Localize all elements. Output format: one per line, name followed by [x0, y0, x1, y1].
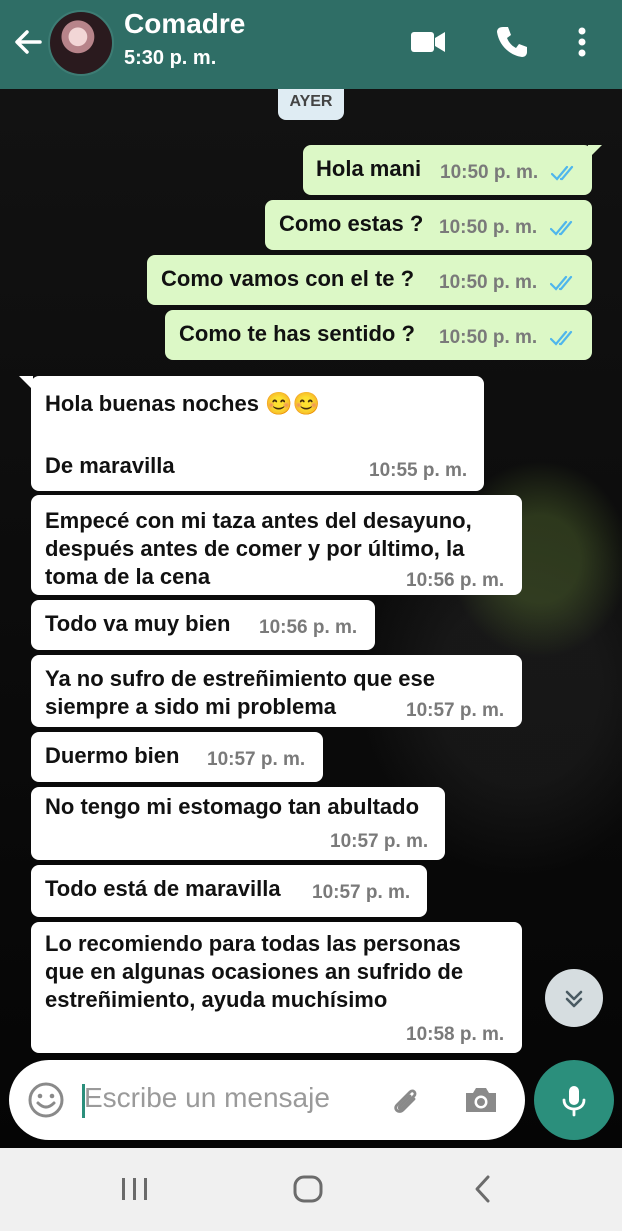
message-text: Todo está de maravilla — [45, 876, 281, 901]
message-outgoing[interactable]: Hola mani 10:50 p. m. — [303, 145, 602, 195]
more-options-icon[interactable] — [564, 22, 600, 62]
contact-avatar[interactable] — [48, 10, 114, 76]
message-time: 10:57 p. m. — [207, 749, 306, 770]
last-seen: 5:30 p. m. — [124, 47, 217, 69]
message-time: 10:50 p. m. — [440, 162, 539, 183]
message-incoming[interactable]: Ya no sufro de estreñimiento que ese sie… — [31, 655, 522, 727]
message-text: Como vamos con el te ? — [161, 266, 415, 291]
message-time: 10:50 p. m. — [439, 327, 538, 348]
message-time: 10:57 p. m. — [406, 700, 505, 721]
message-outgoing[interactable]: Como vamos con el te ? 10:50 p. m. — [147, 255, 592, 305]
message-text: Lo recomiendo para todas las personas — [45, 931, 461, 956]
system-nav-bar — [0, 1148, 622, 1231]
message-incoming[interactable]: Duermo bien 10:57 p. m. — [31, 732, 323, 782]
message-text: siempre a sido mi problema — [45, 694, 336, 719]
date-chip: AYER — [278, 89, 344, 120]
emoji-icon[interactable] — [26, 1080, 66, 1120]
message-incoming[interactable]: Empecé con mi taza antes del desayuno, d… — [31, 495, 522, 595]
phone-icon[interactable] — [492, 22, 532, 62]
message-time: 10:56 p. m. — [406, 570, 505, 591]
message-incoming[interactable]: Lo recomiendo para todas las personas qu… — [31, 922, 522, 1053]
message-text: Todo va muy bien — [45, 611, 231, 636]
double-check-icon — [550, 275, 573, 291]
bubble-tail — [588, 145, 602, 159]
message-time: 10:57 p. m. — [312, 882, 411, 903]
message-text: Empecé con mi taza antes del desayuno, — [45, 508, 472, 533]
back-arrow-icon[interactable] — [10, 24, 46, 60]
message-text: toma de la cena — [45, 564, 211, 589]
home-icon[interactable] — [291, 1173, 325, 1205]
message-time: 10:56 p. m. — [259, 617, 358, 638]
mic-icon — [562, 1086, 586, 1117]
message-text: Hola buenas noches 😊😊 — [45, 391, 320, 416]
message-incoming[interactable]: Todo va muy bien 10:56 p. m. — [31, 600, 375, 650]
message-time: 10:50 p. m. — [439, 272, 538, 293]
message-time: 10:57 p. m. — [330, 831, 429, 852]
attach-icon[interactable] — [386, 1080, 426, 1120]
message-outgoing[interactable]: Como estas ? 10:50 p. m. — [265, 200, 592, 250]
message-time: 10:58 p. m. — [406, 1024, 505, 1045]
scroll-down-button[interactable] — [545, 969, 603, 1027]
recents-icon[interactable] — [118, 1174, 152, 1204]
message-incoming[interactable]: Hola buenas noches 😊😊 De maravilla 10:55… — [19, 376, 484, 491]
video-call-icon[interactable] — [408, 22, 448, 62]
chat-area[interactable]: AYER Hola mani 10:50 p. m. Como estas ? … — [0, 89, 622, 1148]
message-text: Ya no sufro de estreñimiento que ese — [45, 666, 435, 691]
message-incoming[interactable]: No tengo mi estomago tan abultado 10:57 … — [31, 787, 445, 860]
message-incoming[interactable]: Todo está de maravilla 10:57 p. m. — [31, 865, 427, 917]
message-text: Duermo bien — [45, 743, 180, 768]
double-check-icon — [550, 220, 573, 236]
message-outgoing[interactable]: Como te has sentido ? 10:50 p. m. — [165, 310, 592, 360]
message-time: 10:55 p. m. — [369, 460, 468, 481]
message-text: estreñimiento, ayuda muchísimo — [45, 987, 388, 1012]
scroll-down-icon — [565, 990, 583, 1008]
message-text: De maravilla — [45, 453, 175, 478]
message-text: Como estas ? — [279, 211, 424, 236]
message-input[interactable]: Escribe un mensaje — [84, 1082, 330, 1114]
message-text: Como te has sentido ? — [179, 321, 415, 346]
contact-name[interactable]: Comadre — [124, 8, 245, 40]
message-time: 10:50 p. m. — [439, 217, 538, 238]
voice-message-button[interactable] — [534, 1060, 614, 1140]
back-nav-icon[interactable] — [468, 1173, 498, 1205]
chat-header: Comadre 5:30 p. m. — [0, 0, 622, 89]
double-check-icon — [551, 165, 574, 181]
message-text: Hola mani — [316, 156, 422, 181]
camera-icon[interactable] — [461, 1080, 501, 1120]
double-check-icon — [550, 330, 573, 346]
message-text: después antes de comer y por último, la — [45, 536, 465, 561]
message-text: que en algunas ocasiones an sufrido de — [45, 959, 464, 984]
message-text: No tengo mi estomago tan abultado — [45, 794, 420, 819]
message-composer[interactable]: Escribe un mensaje — [9, 1060, 525, 1140]
bubble-tail — [19, 376, 33, 390]
